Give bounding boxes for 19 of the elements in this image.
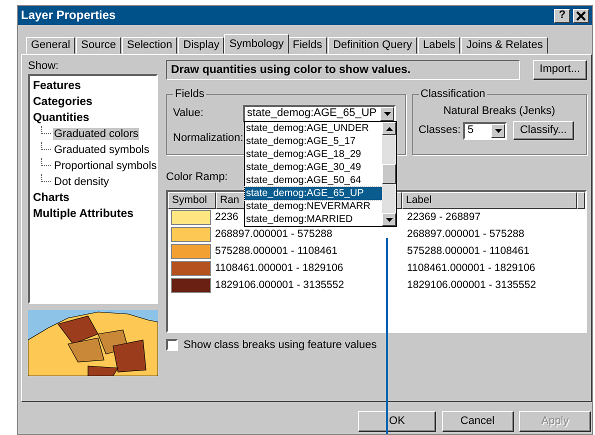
label-cell: 1829106.000001 - 3135552 [407, 279, 536, 292]
label-cell: 1108461.000001 - 1829106 [407, 262, 536, 275]
color-ramp-label: Color Ramp: [166, 171, 228, 184]
label-cell: 575288.000001 - 1108461 [407, 245, 530, 258]
label-cell: 268897.000001 - 575288 [407, 228, 524, 241]
classes-label: Classes: [418, 124, 461, 138]
range-cell: 575288.000001 - 1108461 [215, 245, 338, 258]
value-label: Value: [173, 107, 204, 121]
label-cell: 22369 - 268897 [407, 211, 481, 224]
range-cell: 1829106.000001 - 3135552 [215, 279, 344, 292]
window-title: Layer Properties [21, 8, 116, 23]
show-label: Show: [28, 60, 60, 74]
classification-method: Natural Breaks (Jenks) [442, 105, 556, 118]
checkbox-label: Show class breaks using feature values [184, 338, 377, 352]
range-cell: 1108461.000001 - 1829106 [215, 262, 344, 274]
range-cell: 268897.000001 - 575288 [215, 228, 332, 240]
range-cell: 2236 [215, 211, 238, 224]
description-text: Draw quantities using color to show values. [166, 60, 520, 80]
normalization-label: Normalization: [173, 132, 244, 146]
